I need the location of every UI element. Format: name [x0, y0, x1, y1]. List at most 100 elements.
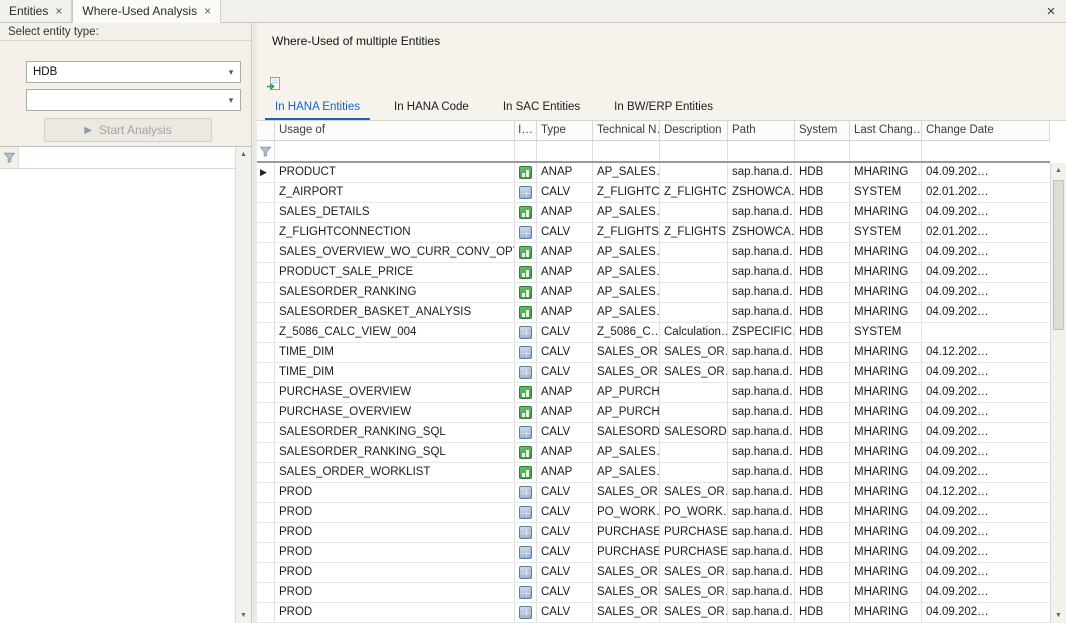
col-description[interactable]: Description — [660, 121, 728, 140]
cell-system: HDB — [795, 343, 850, 362]
entity-icon-cell — [515, 483, 537, 502]
cell-path: sap.hana.d… — [728, 503, 795, 522]
table-row[interactable]: TIME_DIM CALV SALES_OR… SALES_OR… sap.ha… — [257, 363, 1050, 383]
filter-cell-icon[interactable] — [515, 141, 537, 161]
cell-usage-of: SALESORDER_RANKING_SQL — [275, 443, 515, 462]
entity-icon-cell — [515, 523, 537, 542]
cell-usage-of: PROD — [275, 543, 515, 562]
tab-in-sac-entities[interactable]: In SAC Entities — [493, 97, 590, 120]
scrollbar[interactable]: ▲ ▼ — [235, 147, 251, 623]
tab-entities[interactable]: Entities × — [0, 0, 72, 22]
cell-type: ANAP — [537, 243, 593, 262]
cell-type: ANAP — [537, 443, 593, 462]
table-row[interactable]: Z_5086_CALC_VIEW_004 CALV Z_5086_C… Calc… — [257, 323, 1050, 343]
table-row[interactable]: PROD CALV SALES_OR… SALES_OR… sap.hana.d… — [257, 583, 1050, 603]
filter-cell-usage-of[interactable] — [275, 141, 515, 161]
scrollbar-thumb[interactable] — [1053, 180, 1064, 330]
table-row[interactable]: PURCHASE_OVERVIEW ANAP AP_PURCH… sap.han… — [257, 383, 1050, 403]
filter-cell-last-changed[interactable] — [850, 141, 922, 161]
cell-change-date: 04.09.202… — [922, 203, 1050, 222]
cell-change-date: 04.09.202… — [922, 563, 1050, 582]
entity-type-icon — [519, 386, 532, 399]
chevron-down-icon[interactable]: ▾ — [222, 67, 240, 78]
cell-description — [660, 283, 728, 302]
entity-type-dropdown[interactable]: HDB ▾ — [26, 61, 241, 83]
filter-cell-change-date[interactable] — [922, 141, 1050, 161]
entity-name-dropdown[interactable]: ▾ — [26, 89, 241, 111]
close-icon[interactable]: × — [1036, 0, 1066, 22]
scrollbar[interactable]: ▲ ▼ — [1050, 163, 1066, 623]
col-icon[interactable]: I… — [515, 121, 537, 140]
cell-path: sap.hana.d… — [728, 563, 795, 582]
cell-usage-of: PROD — [275, 563, 515, 582]
scroll-up-icon[interactable]: ▲ — [236, 147, 251, 162]
filter-funnel-icon[interactable] — [257, 141, 275, 161]
row-indicator — [257, 543, 275, 562]
entity-type-icon — [519, 566, 532, 579]
col-system[interactable]: System — [795, 121, 850, 140]
chevron-down-icon[interactable]: ▾ — [222, 95, 240, 106]
tab-close-icon[interactable]: × — [204, 6, 211, 16]
tab-in-hana-code[interactable]: In HANA Code — [384, 97, 479, 120]
filter-cell-system[interactable] — [795, 141, 850, 161]
cell-system: HDB — [795, 383, 850, 402]
table-row[interactable]: TIME_DIM CALV SALES_OR… SALES_OR… sap.ha… — [257, 343, 1050, 363]
table-row[interactable]: PROD CALV PURCHASE… PURCHASE… sap.hana.d… — [257, 543, 1050, 563]
scroll-down-icon[interactable]: ▼ — [236, 608, 251, 623]
export-to-excel-button[interactable] — [264, 75, 284, 93]
filter-cell-description[interactable] — [660, 141, 728, 161]
table-row[interactable]: ▶ PRODUCT ANAP AP_SALES… sap.hana.d… HDB — [257, 163, 1050, 183]
col-last-changed[interactable]: Last Chang… — [850, 121, 922, 140]
tab-in-hana-entities[interactable]: In HANA Entities — [265, 97, 370, 120]
entity-icon-cell — [515, 563, 537, 582]
scrollbar-track[interactable] — [236, 162, 251, 608]
tab-close-icon[interactable]: × — [55, 6, 62, 16]
tab-in-bw-erp-entities[interactable]: In BW/ERP Entities — [604, 97, 723, 120]
cell-change-date: 04.09.202… — [922, 363, 1050, 382]
filter-cell-type[interactable] — [537, 141, 593, 161]
table-row[interactable]: PROD CALV SALES_OR… SALES_OR… sap.hana.d… — [257, 483, 1050, 503]
cell-usage-of: PROD — [275, 483, 515, 502]
scroll-down-icon[interactable]: ▼ — [1051, 608, 1066, 623]
cell-path: sap.hana.d… — [728, 263, 795, 282]
col-type[interactable]: Type — [537, 121, 593, 140]
col-usage-of[interactable]: Usage of — [275, 121, 515, 140]
filter-cell-technical-name[interactable] — [593, 141, 660, 161]
col-technical-name[interactable]: Technical N… — [593, 121, 660, 140]
table-row[interactable]: SALES_ORDER_WORKLIST ANAP AP_SALES… sap.… — [257, 463, 1050, 483]
table-row[interactable]: PRODUCT_SALE_PRICE ANAP AP_SALES… sap.ha… — [257, 263, 1050, 283]
entity-icon-cell — [515, 163, 537, 182]
table-row[interactable]: PROD CALV SALES_OR… SALES_OR… sap.hana.d… — [257, 563, 1050, 583]
table-row[interactable]: SALESORDER_RANKING ANAP AP_SALES… sap.ha… — [257, 283, 1050, 303]
where-used-panel: Where-Used of multiple Entities In HANA … — [257, 23, 1066, 623]
scrollbar-track[interactable] — [1051, 178, 1066, 608]
table-row[interactable]: Z_AIRPORT CALV Z_FLIGHTC… Z_FLIGHTC… ZSH… — [257, 183, 1050, 203]
table-row[interactable]: SALESORDER_RANKING_SQL ANAP AP_SALES… sa… — [257, 443, 1050, 463]
cell-description — [660, 403, 728, 422]
table-row[interactable]: PURCHASE_OVERVIEW ANAP AP_PURCH… sap.han… — [257, 403, 1050, 423]
table-row[interactable]: SALESORDER_BASKET_ANALYSIS ANAP AP_SALES… — [257, 303, 1050, 323]
tab-where-used-analysis[interactable]: Where-Used Analysis × — [72, 0, 221, 23]
entity-type-icon — [519, 186, 532, 199]
start-analysis-button[interactable]: ▶ Start Analysis — [44, 118, 212, 142]
cell-change-date: 04.09.202… — [922, 263, 1050, 282]
cell-system: HDB — [795, 583, 850, 602]
filter-cell-path[interactable] — [728, 141, 795, 161]
cell-path: sap.hana.d… — [728, 423, 795, 442]
scroll-up-icon[interactable]: ▲ — [1051, 163, 1066, 178]
table-row[interactable]: PROD CALV SALES_OR… SALES_OR… sap.hana.d… — [257, 603, 1050, 623]
cell-path: sap.hana.d… — [728, 303, 795, 322]
col-change-date[interactable]: Change Date — [922, 121, 1050, 140]
table-row[interactable]: SALESORDER_RANKING_SQL CALV SALESORD… SA… — [257, 423, 1050, 443]
table-row[interactable]: Z_FLIGHTCONNECTION CALV Z_FLIGHTS Z_FLIG… — [257, 223, 1050, 243]
table-row[interactable]: PROD CALV PO_WORK… PO_WORK… sap.hana.d… … — [257, 503, 1050, 523]
table-row[interactable]: PROD CALV PURCHASE… PURCHASE… sap.hana.d… — [257, 523, 1050, 543]
col-path[interactable]: Path — [728, 121, 795, 140]
filter-funnel-icon[interactable] — [0, 147, 19, 168]
table-row[interactable]: SALES_DETAILS ANAP AP_SALES… sap.hana.d…… — [257, 203, 1050, 223]
cell-system: HDB — [795, 223, 850, 242]
entity-list-filter-field[interactable] — [19, 147, 235, 168]
entity-list-body[interactable] — [0, 169, 235, 623]
table-row[interactable]: SALES_OVERVIEW_WO_CURR_CONV_OPT ANAP AP_… — [257, 243, 1050, 263]
cell-technical-name: SALES_OR… — [593, 583, 660, 602]
